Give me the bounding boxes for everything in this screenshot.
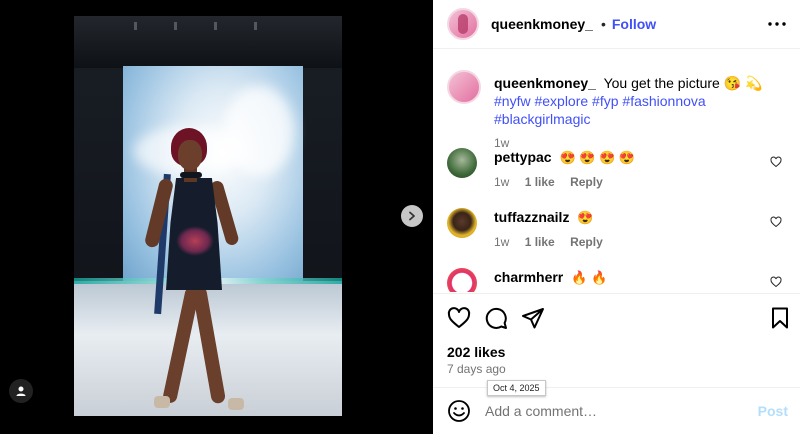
commenter-avatar[interactable] xyxy=(447,148,477,178)
bookmark-icon[interactable] xyxy=(768,306,792,330)
heart-icon[interactable] xyxy=(770,216,782,228)
heart-icon[interactable] xyxy=(447,306,471,330)
user-tag-icon xyxy=(16,386,26,396)
post-actions: 202 likes 7 days ago Oct 4, 2025 xyxy=(433,293,800,396)
more-options-button[interactable] xyxy=(766,14,788,34)
caption-username[interactable]: queenkmoney_ xyxy=(494,75,596,91)
like-count[interactable]: 202 likes xyxy=(447,344,505,360)
comments-list[interactable]: queenkmoney_ You get the picture 😘 💫 #ny… xyxy=(433,50,800,292)
comment-text: 😍 xyxy=(577,210,594,225)
reply-button[interactable]: Reply xyxy=(570,175,603,189)
send-icon[interactable] xyxy=(521,306,545,330)
chevron-right-icon xyxy=(409,211,415,221)
comment-username[interactable]: tuffazznailz xyxy=(494,209,569,225)
post-sidebar: queenkmoney_ • Follow queenkmoney_ You g… xyxy=(433,0,800,434)
comment-meta: 1w 1 like Reply xyxy=(494,233,615,251)
author-username[interactable]: queenkmoney_ xyxy=(491,16,593,32)
comment-text: 🔥 🔥 xyxy=(571,270,608,285)
reply-button[interactable]: Reply xyxy=(570,235,603,249)
follow-button[interactable]: Follow xyxy=(612,16,656,32)
dress-print xyxy=(176,226,214,256)
commenter-avatar[interactable] xyxy=(447,268,477,292)
tagged-users-button[interactable] xyxy=(9,379,33,403)
comment-item: charmherr 🔥 🔥 xyxy=(447,268,792,292)
comment-text: 😍 😍 😍 😍 xyxy=(559,150,636,165)
choker xyxy=(180,172,202,178)
leg xyxy=(191,285,227,405)
post-header: queenkmoney_ • Follow xyxy=(433,0,800,49)
comment-item: pettypac 😍 😍 😍 😍 1w 1 like Reply xyxy=(447,148,792,191)
comment-username[interactable]: charmherr xyxy=(494,269,563,285)
shoe xyxy=(228,398,244,410)
more-horizontal-icon xyxy=(768,22,786,26)
emoji-icon[interactable] xyxy=(447,399,471,423)
comment-meta: 1w 1 like Reply xyxy=(494,173,635,191)
face xyxy=(178,140,202,170)
comment-age: 1w xyxy=(494,175,510,189)
media-pane xyxy=(0,0,433,434)
comment-item: tuffazznailz 😍 1w 1 like Reply xyxy=(447,208,792,251)
comment-likes[interactable]: 1 like xyxy=(525,235,555,249)
next-photo-button[interactable] xyxy=(401,205,423,227)
comment-age: 1w xyxy=(494,235,510,249)
date-tooltip: Oct 4, 2025 xyxy=(487,380,546,396)
comment-likes[interactable]: 1 like xyxy=(525,175,555,189)
comment-icon[interactable] xyxy=(484,306,508,330)
heart-icon[interactable] xyxy=(770,156,782,168)
post-photo[interactable] xyxy=(74,16,342,416)
post-comment-button[interactable]: Post xyxy=(758,403,788,419)
caption-avatar[interactable] xyxy=(447,70,481,104)
commenter-avatar[interactable] xyxy=(447,208,477,238)
author-avatar[interactable] xyxy=(447,8,479,40)
comment-input[interactable] xyxy=(485,403,735,419)
comment-body: charmherr 🔥 🔥 xyxy=(494,268,607,287)
shoe xyxy=(154,396,170,408)
separator-dot: • xyxy=(600,16,606,32)
comment-body: pettypac 😍 😍 😍 😍 1w 1 like Reply xyxy=(494,148,635,191)
comment-body: tuffazznailz 😍 1w 1 like Reply xyxy=(494,208,615,251)
caption-text: You get the picture 😘 💫 xyxy=(603,75,763,91)
model-figure xyxy=(74,16,342,416)
post-time[interactable]: 7 days ago xyxy=(447,362,506,376)
caption-hashtags[interactable]: #nyfw #explore #fyp #fashionnova #blackg… xyxy=(494,93,706,127)
comment-username[interactable]: pettypac xyxy=(494,149,552,165)
caption-text-block: queenkmoney_ You get the picture 😘 💫 #ny… xyxy=(494,74,789,152)
heart-icon[interactable] xyxy=(770,276,782,288)
